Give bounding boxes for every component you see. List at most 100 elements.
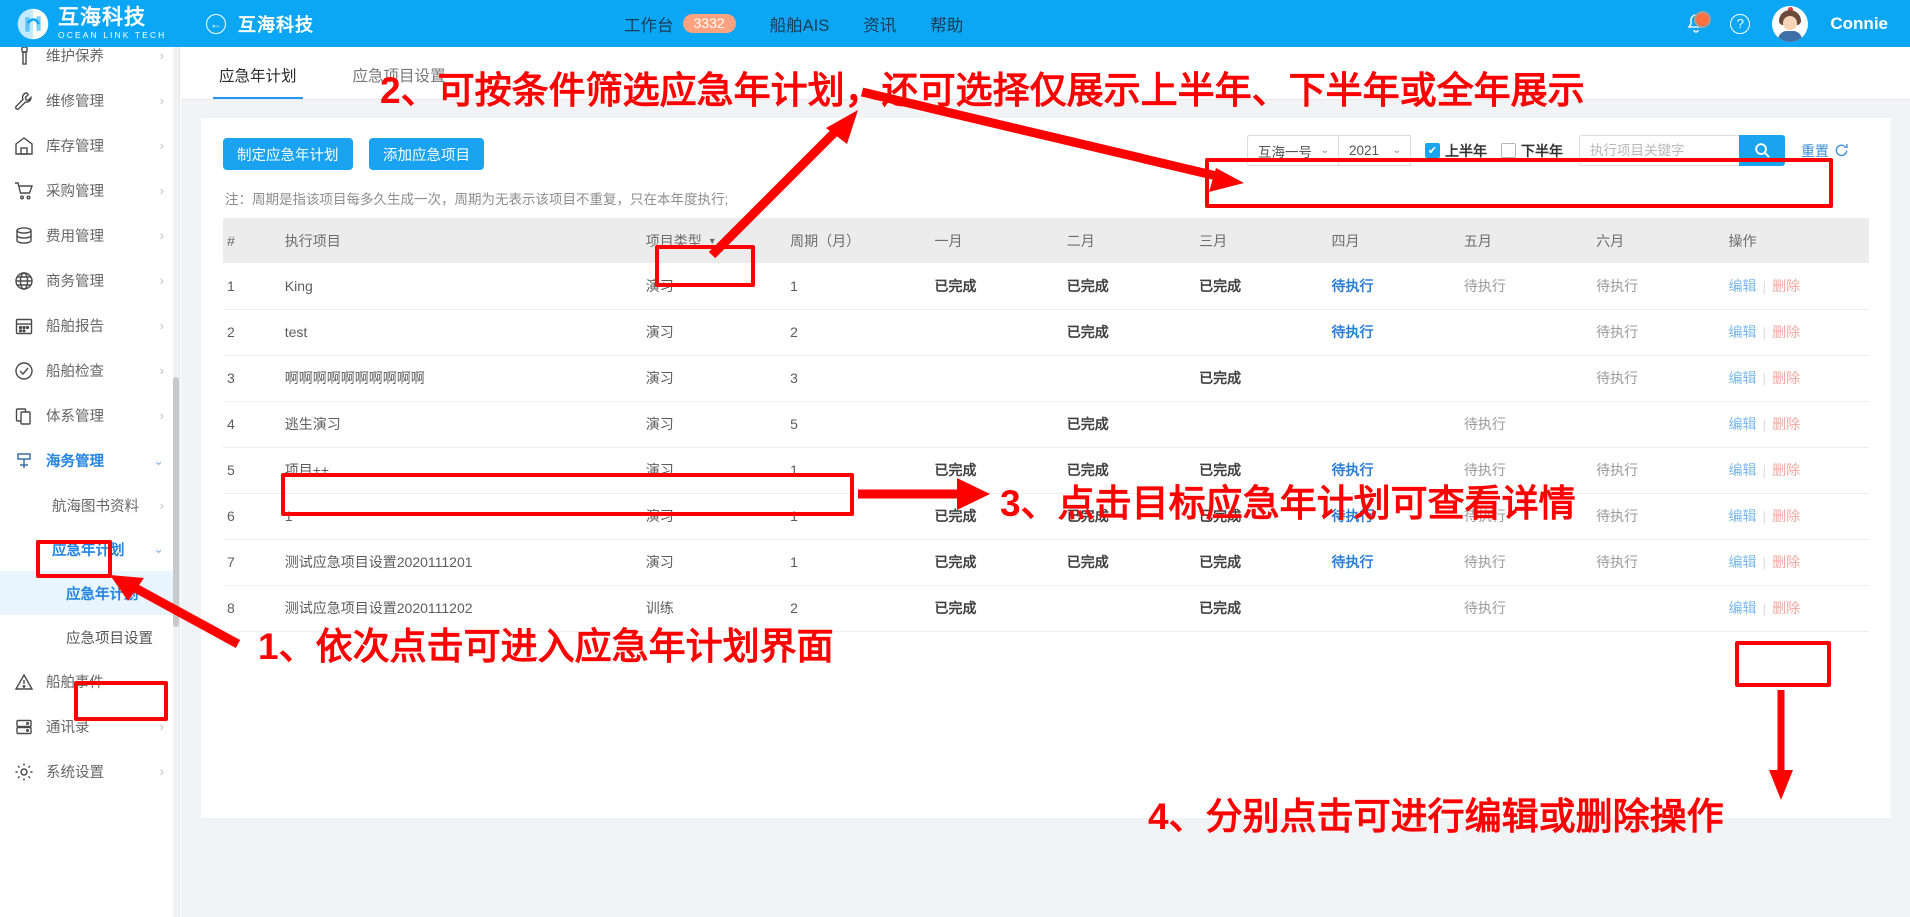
sidebar-item-contacts[interactable]: 通讯录 ›: [0, 704, 179, 749]
cell-item-name: 项目++: [280, 447, 642, 494]
cell-month-status: 已完成: [1195, 539, 1328, 586]
top-nav-item-workbench[interactable]: 工作台 3332: [624, 12, 736, 36]
delete-link[interactable]: 删除: [1772, 370, 1800, 386]
add-item-button[interactable]: 添加应急项目: [369, 138, 484, 170]
year-select[interactable]: 2021 ⌄: [1339, 135, 1411, 166]
sidebar-item-settings[interactable]: 系统设置 ›: [0, 749, 179, 794]
search-button[interactable]: [1739, 135, 1785, 166]
cell-operations: 编辑 | 删除: [1724, 401, 1869, 448]
tab-emergency-year-plan[interactable]: 应急年计划: [213, 64, 303, 99]
edit-link[interactable]: 编辑: [1729, 278, 1757, 294]
edit-link[interactable]: 编辑: [1729, 554, 1757, 570]
top-nav-item-help[interactable]: 帮助: [930, 12, 963, 36]
edit-link[interactable]: 编辑: [1729, 370, 1757, 386]
ship-select[interactable]: 互海一号 ⌄: [1247, 135, 1339, 166]
chevron-right-icon: ›: [159, 363, 164, 378]
status-badge-todo: 待执行: [1463, 600, 1506, 616]
chevron-right-icon: ›: [159, 93, 164, 108]
cell-month-status: 已完成: [1195, 585, 1328, 632]
top-nav-label: 船舶AIS: [769, 16, 830, 35]
delete-link[interactable]: 删除: [1772, 508, 1800, 524]
sidebar-item-emergency-year-plan-group[interactable]: 应急年计划 ⌄: [0, 527, 179, 571]
table-row[interactable]: 5 项目++ 演习 1 已完成 已完成 已完成 待执行 待执行 待执行 编辑 | 删除: [223, 447, 1869, 494]
cell-item-name: 啊啊啊啊啊啊啊啊啊啊: [280, 355, 642, 402]
sidebar-item-emergency-item-settings[interactable]: 应急项目设置: [0, 615, 179, 659]
notification-bell-icon[interactable]: [1684, 10, 1712, 36]
reset-button[interactable]: 重置: [1801, 141, 1849, 161]
sidebar-item-inventory[interactable]: 库存管理 ›: [0, 123, 179, 168]
sidebar-scrollbar-thumb[interactable]: [173, 377, 179, 627]
status-badge-todo: 待执行: [1596, 508, 1639, 524]
sidebar-scrollbar-track[interactable]: [173, 47, 179, 917]
item-type-filter[interactable]: 项目类型 ▼: [646, 231, 717, 251]
th-item-type[interactable]: 项目类型 ▼: [641, 218, 787, 263]
operation-separator: |: [1762, 508, 1767, 524]
top-nav-item-news[interactable]: 资讯: [863, 12, 896, 36]
cell-month-status: 待执行: [1592, 447, 1725, 494]
workspace-title: 互海科技: [238, 14, 314, 35]
table-row[interactable]: 7 测试应急项目设置2020111201 演习 1 已完成 已完成 已完成 待执行 待执行 待执行…: [223, 539, 1869, 586]
back-arrow-icon[interactable]: ←: [206, 13, 226, 34]
cell-month-status: 待执行: [1592, 309, 1725, 356]
back-nav[interactable]: ← 互海科技: [206, 11, 314, 37]
sidebar-item-ship-inspection[interactable]: 船舶检查 ›: [0, 348, 179, 393]
table-row[interactable]: 6 1 演习 1 已完成 已完成 已完成 待执行 待执行 待执行 编辑 | 删除: [223, 493, 1869, 540]
avatar-body: [1778, 30, 1803, 42]
delete-link[interactable]: 删除: [1772, 554, 1800, 570]
status-badge-todo: 待执行: [1463, 416, 1506, 432]
status-badge-done: 已完成: [1199, 508, 1242, 524]
tab-emergency-item-settings[interactable]: 应急项目设置: [347, 64, 452, 99]
sidebar-item-maintenance[interactable]: 维护保养 ›: [0, 47, 179, 78]
avatar[interactable]: [1772, 5, 1809, 42]
sidebar-item-repair[interactable]: 维修管理 ›: [0, 78, 179, 123]
second-half-checkbox[interactable]: 下半年: [1501, 141, 1563, 161]
edit-link[interactable]: 编辑: [1729, 462, 1757, 478]
avatar-face: [1783, 15, 1798, 30]
edit-link[interactable]: 编辑: [1729, 600, 1757, 616]
delete-link[interactable]: 删除: [1772, 416, 1800, 432]
sidebar-item-ship-events[interactable]: 船舶事件: [0, 659, 179, 704]
second-half-label: 下半年: [1521, 142, 1563, 159]
edit-link[interactable]: 编辑: [1729, 508, 1757, 524]
delete-link[interactable]: 删除: [1772, 600, 1800, 616]
warehouse-icon: [12, 134, 36, 158]
make-plan-button[interactable]: 制定应急年计划: [223, 138, 353, 170]
delete-link[interactable]: 删除: [1772, 462, 1800, 478]
brand-logo-area[interactable]: 互海科技 OCEAN LINK TECH: [0, 0, 190, 47]
sidebar-item-purchase[interactable]: 采购管理 ›: [0, 168, 179, 213]
checkbox-box-checked[interactable]: ✔: [1425, 143, 1440, 158]
username-label[interactable]: Connie: [1830, 14, 1888, 34]
first-half-checkbox[interactable]: ✔ 上半年: [1425, 141, 1487, 161]
table-row[interactable]: 8 测试应急项目设置2020111202 训练 2 已完成 已完成 待执行 编辑 | 删除: [223, 585, 1869, 632]
sidebar-item-nautical-books[interactable]: 航海图书资料 ›: [0, 483, 179, 527]
top-nav-item-ais[interactable]: 船舶AIS: [770, 12, 830, 36]
sidebar-item-emergency-year-plan[interactable]: 应急年计划: [0, 571, 179, 615]
cell-cycle: 5: [786, 401, 931, 448]
checkbox-box-unchecked[interactable]: [1501, 143, 1516, 158]
cell-month-status: [1459, 355, 1593, 402]
delete-link[interactable]: 删除: [1772, 324, 1800, 340]
cell-month-status: 待执行: [1459, 401, 1593, 448]
table-row[interactable]: 1 King 演习 1 已完成 已完成 已完成 待执行 待执行 待执行 编辑 | 删除: [223, 263, 1869, 310]
table-body: 1 King 演习 1 已完成 已完成 已完成 待执行 待执行 待执行 编辑 | 删除 2 test 演习 2 已…: [223, 263, 1869, 632]
help-question-icon[interactable]: ?: [1730, 13, 1751, 34]
sidebar-item-system-mgmt[interactable]: 体系管理 ›: [0, 393, 179, 438]
sidebar-item-label: 商务管理: [46, 274, 104, 290]
sidebar-item-ship-report[interactable]: 船舶报告 ›: [0, 303, 179, 348]
edit-link[interactable]: 编辑: [1729, 416, 1757, 432]
cell-item-name: 测试应急项目设置2020111201: [280, 539, 642, 586]
cell-month-status: 待执行: [1459, 585, 1593, 632]
cell-month-status: [1327, 585, 1460, 632]
search-input[interactable]: [1579, 135, 1739, 166]
sidebar-item-business[interactable]: 商务管理 ›: [0, 258, 179, 303]
cart-icon: [12, 179, 36, 203]
table-row[interactable]: 2 test 演习 2 已完成 待执行 待执行 编辑 | 删除: [223, 309, 1869, 356]
delete-link[interactable]: 删除: [1772, 278, 1800, 294]
top-nav-label: 工作台: [624, 16, 674, 35]
sidebar-item-marine-mgmt[interactable]: 海务管理 ⌄: [0, 438, 179, 483]
table-row[interactable]: 4 逃生演习 演习 5 已完成 待执行 编辑 | 删除: [223, 401, 1869, 448]
edit-link[interactable]: 编辑: [1729, 324, 1757, 340]
chevron-right-icon: ›: [159, 228, 164, 243]
table-row[interactable]: 3 啊啊啊啊啊啊啊啊啊啊 演习 3 已完成 待执行 编辑 | 删除: [223, 355, 1869, 402]
sidebar-item-expense[interactable]: 费用管理 ›: [0, 213, 179, 258]
